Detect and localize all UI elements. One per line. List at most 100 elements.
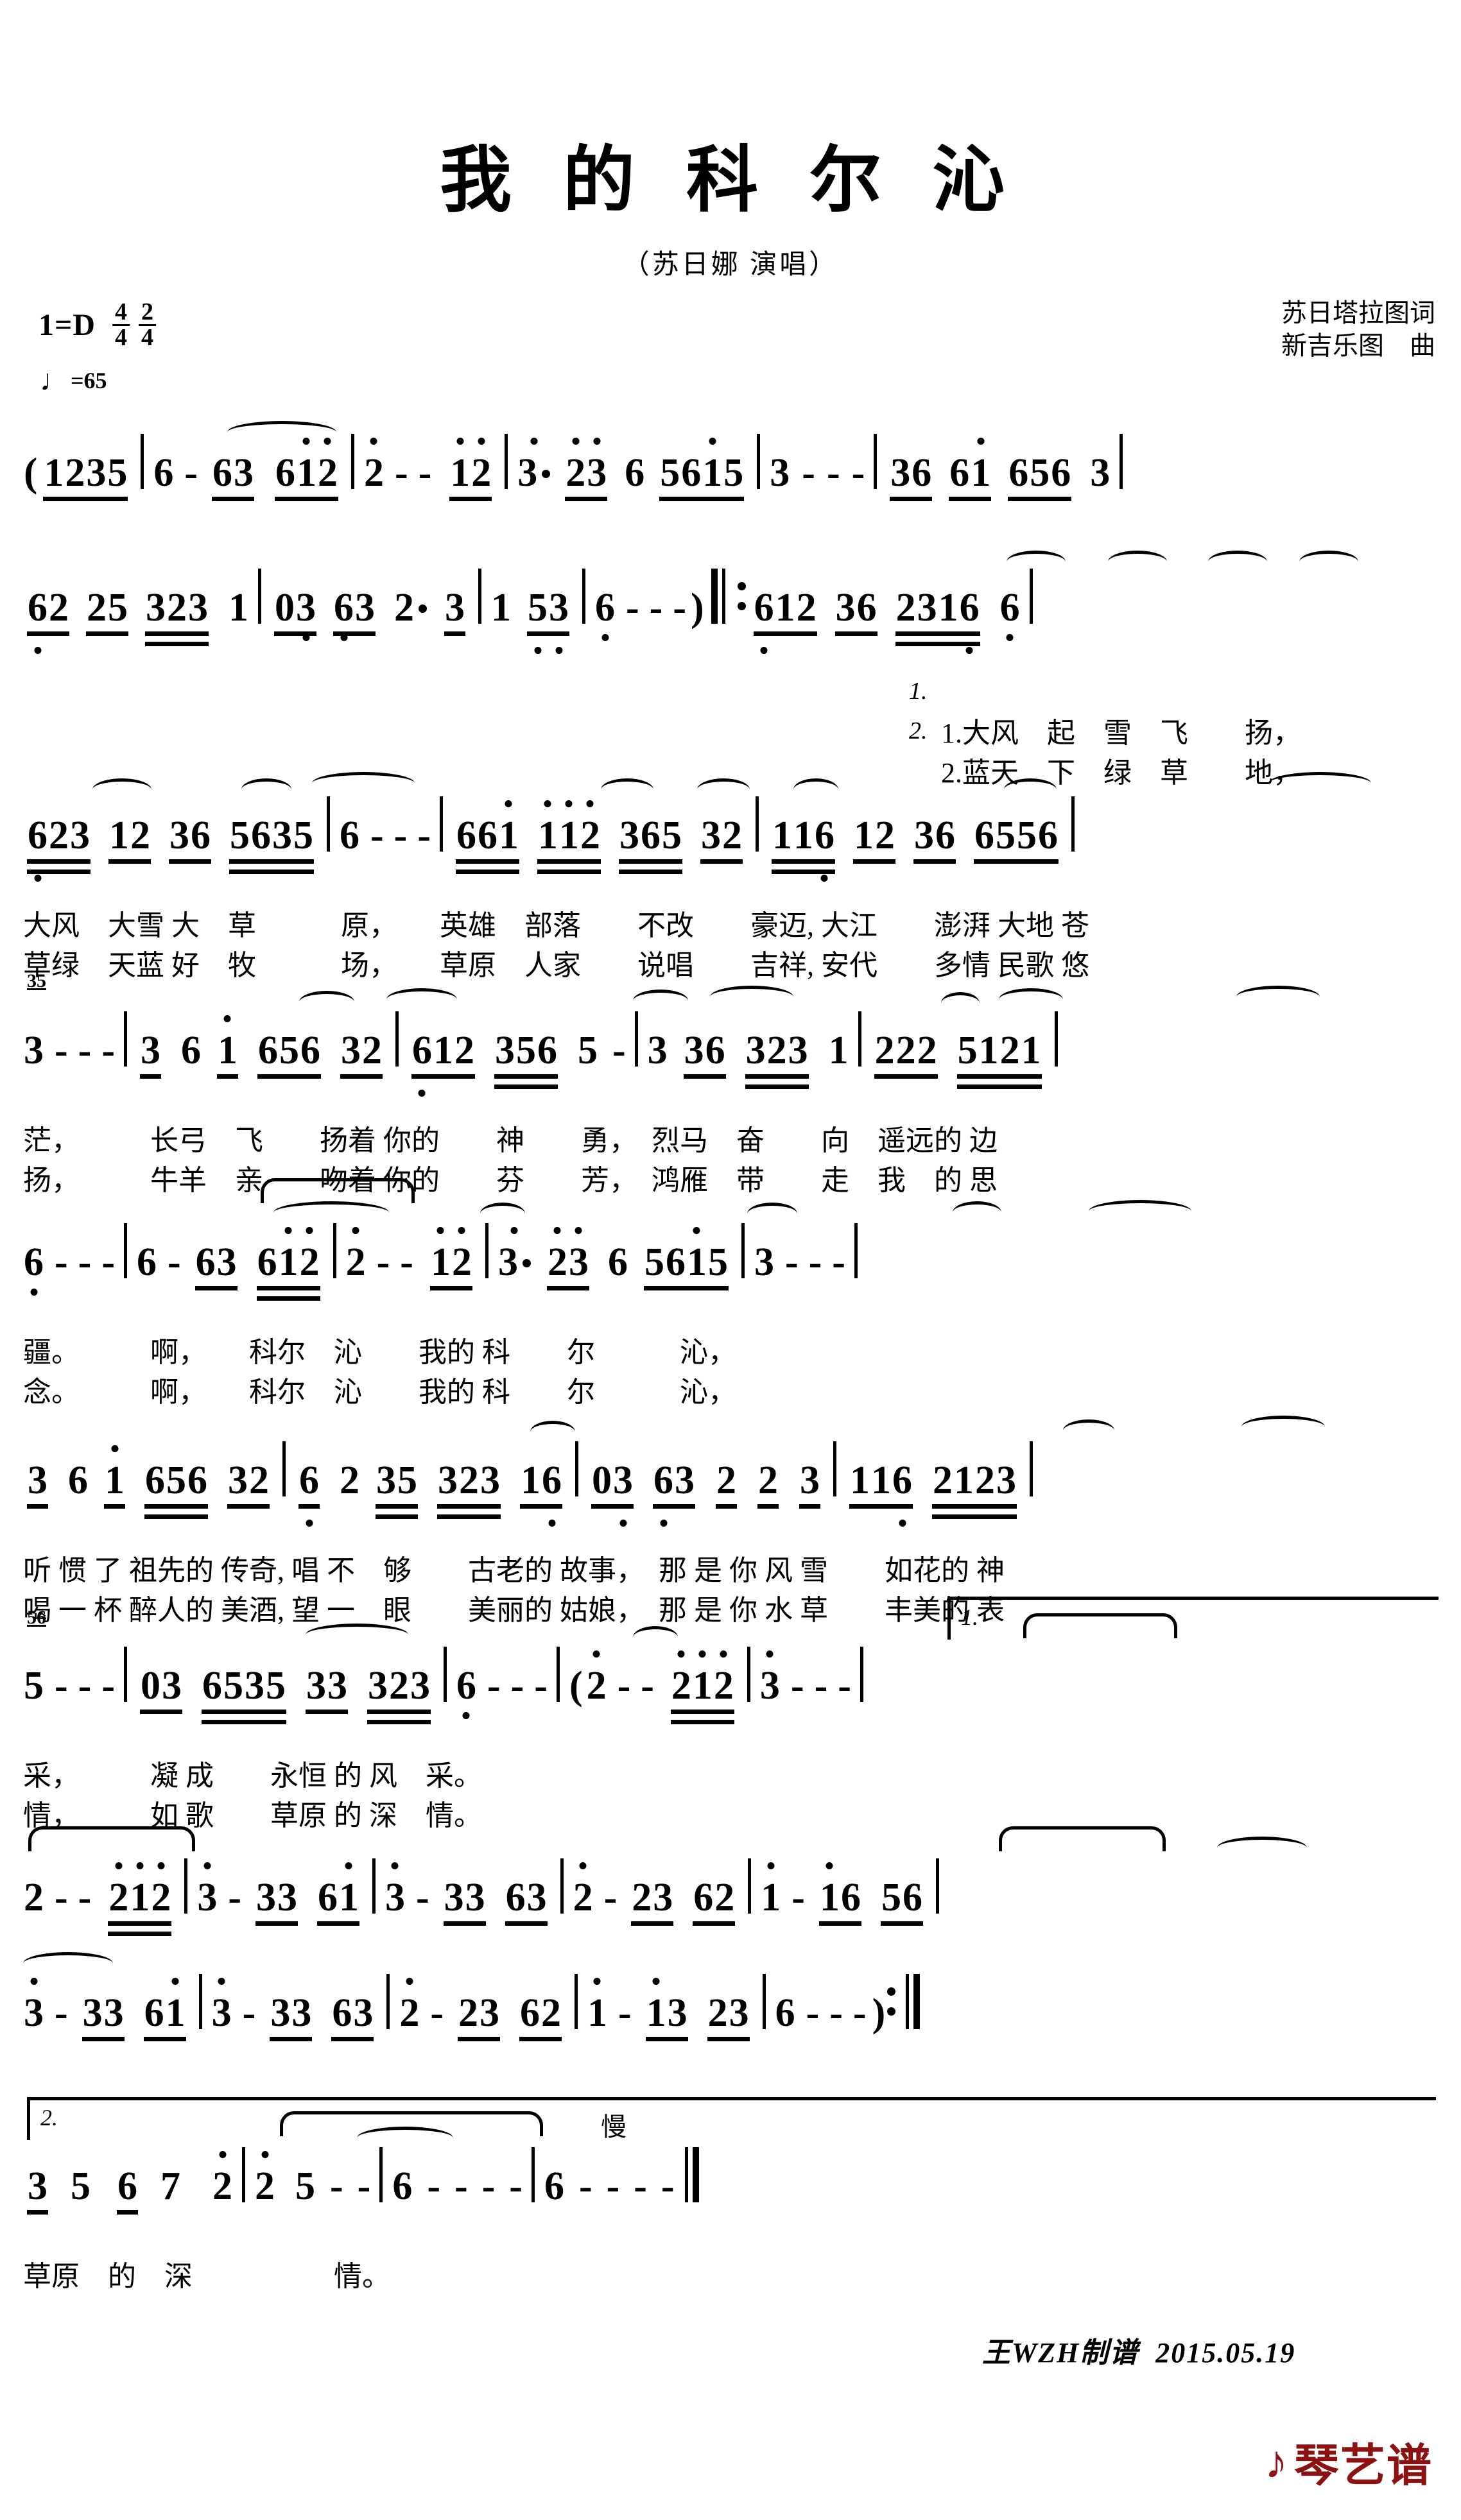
key-signature: 1=D bbox=[39, 308, 96, 343]
note-group: 6 1 2 bbox=[411, 1029, 475, 1097]
slur bbox=[747, 1203, 797, 1225]
duration-dash: - bbox=[330, 2164, 343, 2208]
note: 6 bbox=[257, 1240, 277, 1284]
note: 3 bbox=[376, 1459, 396, 1502]
duration-dash: - bbox=[78, 1240, 92, 1284]
note: 6 bbox=[187, 1459, 207, 1502]
barline bbox=[141, 434, 144, 489]
duration-dash: - bbox=[415, 1876, 429, 1919]
note: 2 bbox=[895, 1029, 916, 1072]
note-group: 1 2 bbox=[108, 814, 151, 864]
octave-dot-high bbox=[693, 1227, 700, 1234]
note: 5 bbox=[293, 814, 313, 857]
note: 3 bbox=[169, 814, 189, 857]
note-group: 6 3 bbox=[333, 588, 376, 641]
subtitle-performer: （苏日娜 演唱） bbox=[622, 250, 839, 280]
note-group: 2 3 bbox=[631, 1878, 674, 1926]
note: 3 bbox=[277, 1876, 297, 1919]
slur bbox=[999, 988, 1063, 1011]
barline bbox=[634, 1011, 638, 1067]
note: 6 bbox=[251, 814, 271, 857]
notes-line-5: 6 - - - 6 - 6 3 6 1 2 2 - - 1 2 3 2 3 6 … bbox=[23, 1213, 1438, 1301]
barline bbox=[854, 1223, 858, 1278]
barline bbox=[123, 1647, 127, 1702]
note: 1 bbox=[793, 814, 813, 857]
note: 3 bbox=[82, 1991, 103, 2035]
barline bbox=[935, 1858, 939, 1914]
note: 2 bbox=[130, 814, 150, 857]
note-group: 3 3 bbox=[270, 1993, 313, 2041]
note: 2 bbox=[565, 438, 586, 493]
note: 0 bbox=[275, 586, 295, 630]
note: 1 bbox=[296, 438, 317, 493]
note: 6 bbox=[840, 1876, 861, 1919]
note: 2 bbox=[49, 814, 69, 857]
note-row-2: 6 2 2 5 3 2 3 1 0 3 6 3 2 3 1 5 3 6 - - … bbox=[23, 551, 1438, 654]
note: 2 bbox=[24, 1876, 44, 1919]
duration-dash: - bbox=[78, 1029, 92, 1072]
octave-dot-high bbox=[203, 1862, 211, 1869]
note: 3 bbox=[28, 1459, 48, 1502]
note-group: 3 6 bbox=[834, 588, 877, 636]
octave-dot-high bbox=[677, 1650, 685, 1658]
octave-dot-high bbox=[370, 438, 377, 445]
site-logo[interactable]: ♪ 琴艺谱 bbox=[1265, 2430, 1433, 2494]
note: 6 bbox=[519, 1991, 540, 2035]
repeat-end-barline bbox=[906, 1974, 924, 2029]
slur bbox=[1108, 551, 1167, 573]
barline bbox=[258, 569, 261, 624]
note: 1 bbox=[558, 800, 580, 855]
repeat-start-barline bbox=[711, 569, 730, 624]
note: 3 bbox=[759, 1650, 781, 1706]
octave-dot-high bbox=[284, 1227, 292, 1234]
slur bbox=[793, 778, 838, 801]
note: 1 bbox=[129, 1862, 150, 1917]
note: 7 bbox=[160, 2164, 180, 2208]
lyric-syllables: 草原 的 深 情。 bbox=[23, 2261, 390, 2292]
note: 1 bbox=[970, 438, 991, 493]
note-group: 0 3 bbox=[591, 1459, 634, 1527]
note: 6 bbox=[68, 1459, 88, 1502]
note: 5 bbox=[995, 814, 1016, 857]
octave-dot-high bbox=[478, 438, 485, 445]
barline bbox=[860, 1647, 863, 1702]
octave-dot-low bbox=[601, 634, 609, 641]
note-group: 2 5 bbox=[86, 588, 128, 636]
note: 3 bbox=[445, 586, 465, 630]
repeat-dots bbox=[737, 569, 746, 624]
note-group: 6 3 bbox=[195, 1240, 238, 1290]
octave-dot-high bbox=[572, 438, 580, 445]
note: 0 bbox=[592, 1459, 612, 1502]
note-group: 5 1 2 1 bbox=[956, 1031, 1042, 1089]
note: 5 bbox=[577, 1029, 598, 1072]
note: 1 bbox=[775, 586, 795, 630]
note: 2 bbox=[299, 1227, 320, 1282]
slur bbox=[480, 1203, 525, 1225]
barline bbox=[198, 1974, 202, 2029]
duration-dash: - bbox=[55, 1876, 68, 1919]
lyrics-line-10: 草原 的 深 情。 bbox=[23, 2220, 1438, 2292]
octave-dot-high bbox=[171, 1978, 179, 1985]
note-group: 6 3 bbox=[331, 1993, 374, 2041]
note-row-8: 2 - - 2 1 2 3 - 3 3 6 1 3 - 3 3 6 3 2 - … bbox=[23, 1826, 1438, 1936]
note: 2 bbox=[345, 1227, 367, 1282]
duration-dash: - bbox=[430, 1991, 444, 2035]
note: 3 bbox=[675, 1459, 695, 1502]
note: 3 bbox=[216, 1240, 237, 1284]
duration-dash: - bbox=[101, 1240, 115, 1284]
note: 5 bbox=[24, 1664, 44, 1708]
octave-dot-high bbox=[593, 1978, 601, 1985]
note: 6 bbox=[27, 588, 48, 654]
duration-dash: - bbox=[802, 451, 815, 495]
note: 3 bbox=[612, 1461, 634, 1527]
octave-dot-low bbox=[340, 634, 347, 641]
augmentation-dot bbox=[522, 1259, 531, 1267]
engraver-signature: 王WZH制谱 2015.05.19 bbox=[982, 2337, 1296, 2369]
note: 1 bbox=[686, 1227, 707, 1282]
note: 3 bbox=[465, 1876, 485, 1919]
note: 3 bbox=[86, 451, 107, 495]
note-group: 6 2 bbox=[519, 1991, 562, 2041]
duration-dash: - bbox=[101, 1029, 115, 1072]
lyricist-credit: 苏日塔拉图词 bbox=[1281, 298, 1435, 327]
note: 2 bbox=[454, 1029, 474, 1072]
